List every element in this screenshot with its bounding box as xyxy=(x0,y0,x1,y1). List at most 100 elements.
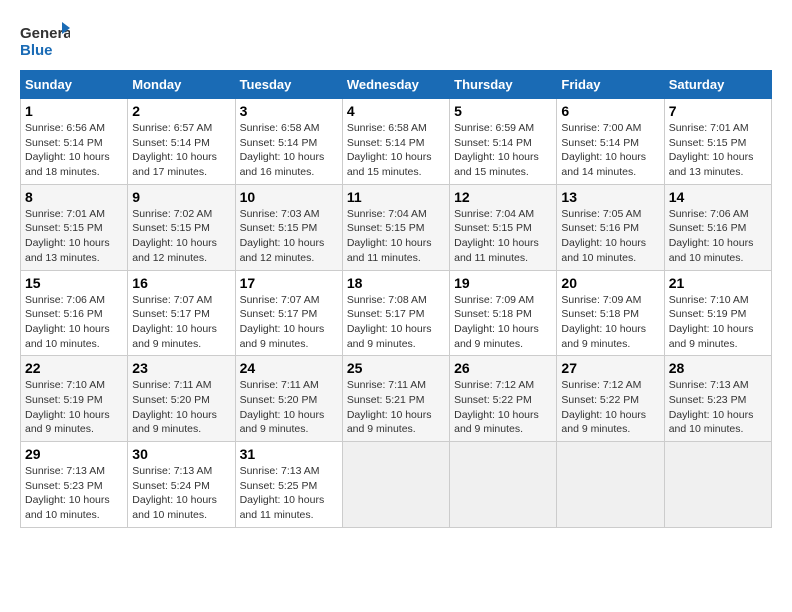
day-info: Sunrise: 7:13 AM Sunset: 5:24 PM Dayligh… xyxy=(132,464,230,523)
day-info: Sunrise: 7:01 AM Sunset: 5:15 PM Dayligh… xyxy=(669,121,767,180)
day-number: 11 xyxy=(347,189,445,205)
calendar-week-2: 8Sunrise: 7:01 AM Sunset: 5:15 PM Daylig… xyxy=(21,184,772,270)
page-header: GeneralBlue xyxy=(20,20,772,60)
day-info: Sunrise: 7:13 AM Sunset: 5:23 PM Dayligh… xyxy=(25,464,123,523)
calendar-week-1: 1Sunrise: 6:56 AM Sunset: 5:14 PM Daylig… xyxy=(21,99,772,185)
day-number: 5 xyxy=(454,103,552,119)
day-number: 16 xyxy=(132,275,230,291)
day-info: Sunrise: 7:12 AM Sunset: 5:22 PM Dayligh… xyxy=(454,378,552,437)
day-info: Sunrise: 6:56 AM Sunset: 5:14 PM Dayligh… xyxy=(25,121,123,180)
calendar-week-4: 22 Sunrise: 7:10 AM Sunset: 5:19 PM Dayli… xyxy=(21,356,772,442)
calendar-cell: 23Sunrise: 7:11 AM Sunset: 5:20 PM Dayli… xyxy=(128,356,235,442)
logo-icon: GeneralBlue xyxy=(20,20,70,60)
day-number: 8 xyxy=(25,189,123,205)
calendar-cell: 15Sunrise: 7:06 AM Sunset: 5:16 PM Dayli… xyxy=(21,270,128,356)
calendar-cell: 28 Sunrise: 7:13 AM Sunset: 5:23 PM Dayli… xyxy=(664,356,771,442)
day-number: 21 xyxy=(669,275,767,291)
day-number: 22 xyxy=(25,360,123,376)
calendar-table: SundayMondayTuesdayWednesdayThursdayFrid… xyxy=(20,70,772,528)
day-number: 31 xyxy=(240,446,338,462)
day-info: Sunrise: 7:11 AM Sunset: 5:21 PM Dayligh… xyxy=(347,378,445,437)
day-info: Sunrise: 7:09 AM Sunset: 5:18 PM Dayligh… xyxy=(561,293,659,352)
day-number: 27 xyxy=(561,360,659,376)
day-number: 12 xyxy=(454,189,552,205)
calendar-cell: 20 Sunrise: 7:09 AM Sunset: 5:18 PM Dayli… xyxy=(557,270,664,356)
calendar-cell: 14 Sunrise: 7:06 AM Sunset: 5:16 PM Dayli… xyxy=(664,184,771,270)
day-number: 29 xyxy=(25,446,123,462)
calendar-cell: 10 Sunrise: 7:03 AM Sunset: 5:15 PM Dayli… xyxy=(235,184,342,270)
day-header-monday: Monday xyxy=(128,71,235,99)
calendar-header-row: SundayMondayTuesdayWednesdayThursdayFrid… xyxy=(21,71,772,99)
calendar-cell: 5 Sunrise: 6:59 AM Sunset: 5:14 PM Daylig… xyxy=(450,99,557,185)
day-number: 14 xyxy=(669,189,767,205)
day-info: Sunrise: 7:02 AM Sunset: 5:15 PM Dayligh… xyxy=(132,207,230,266)
calendar-cell: 4Sunrise: 6:58 AM Sunset: 5:14 PM Daylig… xyxy=(342,99,449,185)
day-info: Sunrise: 7:00 AM Sunset: 5:14 PM Dayligh… xyxy=(561,121,659,180)
calendar-cell: 30 Sunrise: 7:13 AM Sunset: 5:24 PM Dayli… xyxy=(128,442,235,528)
day-info: Sunrise: 7:07 AM Sunset: 5:17 PM Dayligh… xyxy=(132,293,230,352)
day-number: 19 xyxy=(454,275,552,291)
calendar-cell: 13Sunrise: 7:05 AM Sunset: 5:16 PM Dayli… xyxy=(557,184,664,270)
calendar-cell: 3 Sunrise: 6:58 AM Sunset: 5:14 PM Daylig… xyxy=(235,99,342,185)
svg-text:Blue: Blue xyxy=(20,42,53,59)
calendar-cell: 17 Sunrise: 7:07 AM Sunset: 5:17 PM Dayli… xyxy=(235,270,342,356)
calendar-cell xyxy=(450,442,557,528)
calendar-cell: 22 Sunrise: 7:10 AM Sunset: 5:19 PM Dayli… xyxy=(21,356,128,442)
day-number: 20 xyxy=(561,275,659,291)
calendar-week-3: 15Sunrise: 7:06 AM Sunset: 5:16 PM Dayli… xyxy=(21,270,772,356)
calendar-cell: 19 Sunrise: 7:09 AM Sunset: 5:18 PM Dayli… xyxy=(450,270,557,356)
day-number: 25 xyxy=(347,360,445,376)
day-info: Sunrise: 7:03 AM Sunset: 5:15 PM Dayligh… xyxy=(240,207,338,266)
calendar-cell xyxy=(342,442,449,528)
calendar-cell xyxy=(557,442,664,528)
day-info: Sunrise: 7:06 AM Sunset: 5:16 PM Dayligh… xyxy=(669,207,767,266)
calendar-cell: 26 Sunrise: 7:12 AM Sunset: 5:22 PM Dayli… xyxy=(450,356,557,442)
day-header-sunday: Sunday xyxy=(21,71,128,99)
day-number: 9 xyxy=(132,189,230,205)
day-number: 4 xyxy=(347,103,445,119)
calendar-week-5: 29 Sunrise: 7:13 AM Sunset: 5:23 PM Dayli… xyxy=(21,442,772,528)
calendar-cell xyxy=(664,442,771,528)
day-number: 6 xyxy=(561,103,659,119)
calendar-header: SundayMondayTuesdayWednesdayThursdayFrid… xyxy=(21,71,772,99)
calendar-cell: 6 Sunrise: 7:00 AM Sunset: 5:14 PM Daylig… xyxy=(557,99,664,185)
calendar-cell: 29 Sunrise: 7:13 AM Sunset: 5:23 PM Dayli… xyxy=(21,442,128,528)
calendar-cell: 21 Sunrise: 7:10 AM Sunset: 5:19 PM Dayli… xyxy=(664,270,771,356)
day-header-thursday: Thursday xyxy=(450,71,557,99)
day-info: Sunrise: 6:57 AM Sunset: 5:14 PM Dayligh… xyxy=(132,121,230,180)
calendar-body: 1Sunrise: 6:56 AM Sunset: 5:14 PM Daylig… xyxy=(21,99,772,528)
day-number: 23 xyxy=(132,360,230,376)
day-info: Sunrise: 6:58 AM Sunset: 5:14 PM Dayligh… xyxy=(240,121,338,180)
day-info: Sunrise: 7:13 AM Sunset: 5:25 PM Dayligh… xyxy=(240,464,338,523)
calendar-cell: 27Sunrise: 7:12 AM Sunset: 5:22 PM Dayli… xyxy=(557,356,664,442)
day-header-friday: Friday xyxy=(557,71,664,99)
day-info: Sunrise: 7:13 AM Sunset: 5:23 PM Dayligh… xyxy=(669,378,767,437)
day-info: Sunrise: 7:04 AM Sunset: 5:15 PM Dayligh… xyxy=(454,207,552,266)
calendar-cell: 25 Sunrise: 7:11 AM Sunset: 5:21 PM Dayli… xyxy=(342,356,449,442)
day-number: 17 xyxy=(240,275,338,291)
calendar-cell: 12 Sunrise: 7:04 AM Sunset: 5:15 PM Dayli… xyxy=(450,184,557,270)
day-info: Sunrise: 7:09 AM Sunset: 5:18 PM Dayligh… xyxy=(454,293,552,352)
day-info: Sunrise: 7:07 AM Sunset: 5:17 PM Dayligh… xyxy=(240,293,338,352)
day-number: 15 xyxy=(25,275,123,291)
calendar-cell: 8Sunrise: 7:01 AM Sunset: 5:15 PM Daylig… xyxy=(21,184,128,270)
calendar-cell: 7Sunrise: 7:01 AM Sunset: 5:15 PM Daylig… xyxy=(664,99,771,185)
day-info: Sunrise: 7:08 AM Sunset: 5:17 PM Dayligh… xyxy=(347,293,445,352)
calendar-cell: 16 Sunrise: 7:07 AM Sunset: 5:17 PM Dayli… xyxy=(128,270,235,356)
day-number: 30 xyxy=(132,446,230,462)
calendar-cell: 31 Sunrise: 7:13 AM Sunset: 5:25 PM Dayli… xyxy=(235,442,342,528)
day-number: 28 xyxy=(669,360,767,376)
calendar-cell: 11Sunrise: 7:04 AM Sunset: 5:15 PM Dayli… xyxy=(342,184,449,270)
day-number: 26 xyxy=(454,360,552,376)
day-number: 18 xyxy=(347,275,445,291)
day-number: 24 xyxy=(240,360,338,376)
day-number: 3 xyxy=(240,103,338,119)
day-info: Sunrise: 7:10 AM Sunset: 5:19 PM Dayligh… xyxy=(669,293,767,352)
day-number: 10 xyxy=(240,189,338,205)
day-info: Sunrise: 6:59 AM Sunset: 5:14 PM Dayligh… xyxy=(454,121,552,180)
day-info: Sunrise: 7:10 AM Sunset: 5:19 PM Dayligh… xyxy=(25,378,123,437)
day-info: Sunrise: 7:05 AM Sunset: 5:16 PM Dayligh… xyxy=(561,207,659,266)
calendar-cell: 1Sunrise: 6:56 AM Sunset: 5:14 PM Daylig… xyxy=(21,99,128,185)
day-number: 2 xyxy=(132,103,230,119)
day-header-saturday: Saturday xyxy=(664,71,771,99)
